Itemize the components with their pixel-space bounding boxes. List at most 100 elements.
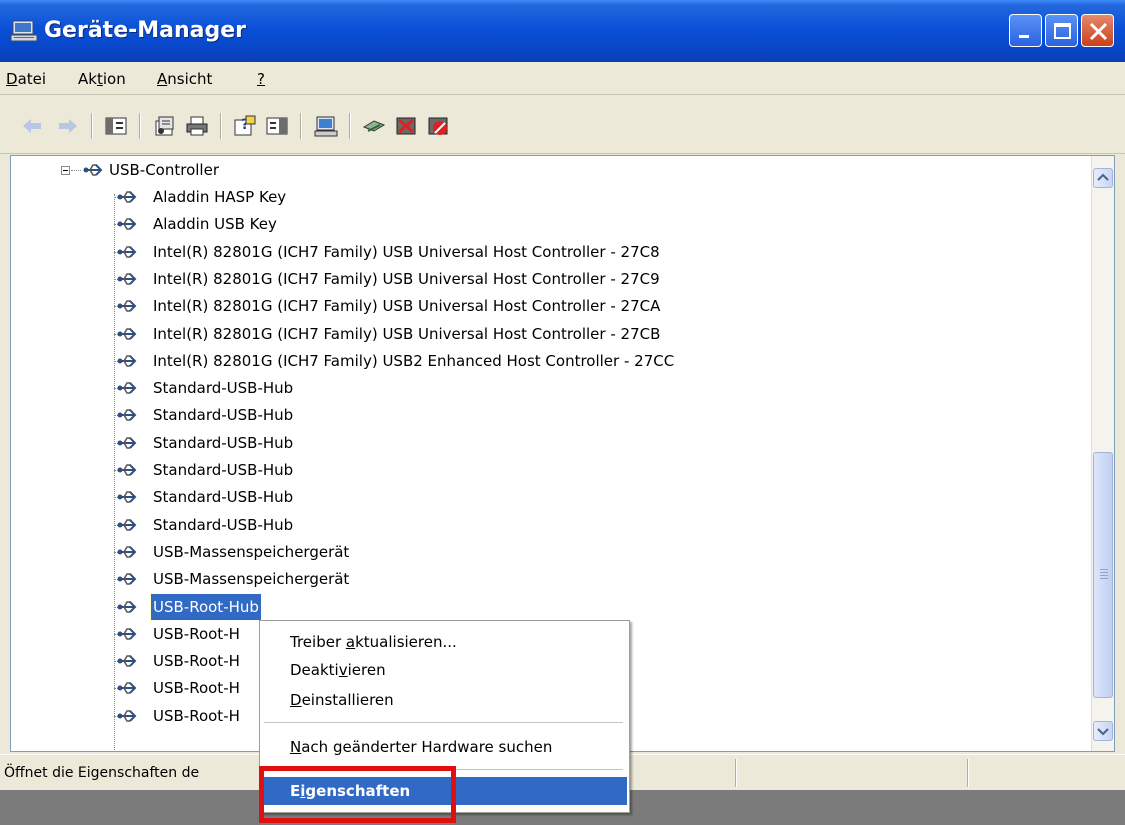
scroll-thumb[interactable] bbox=[1093, 452, 1113, 698]
tree-node-label: Intel(R) 82801G (ICH7 Family) USB Univer… bbox=[153, 269, 660, 288]
tree-node-device[interactable]: USB-Massenspeichergerät bbox=[11, 539, 1011, 565]
tree-node-label: USB-Root-H bbox=[153, 624, 240, 643]
tree-node-device[interactable]: USB-Root-Hub bbox=[11, 592, 1011, 621]
tree-node-label: Intel(R) 82801G (ICH7 Family) USB Univer… bbox=[153, 297, 661, 316]
forward-arrow-icon[interactable] bbox=[56, 115, 80, 137]
window-title: Geräte-Manager bbox=[44, 18, 247, 43]
chevron-up-icon bbox=[1097, 173, 1109, 181]
minimize-button[interactable] bbox=[1009, 14, 1042, 47]
disable-icon[interactable] bbox=[426, 115, 450, 137]
tree-node-label: Aladdin USB Key bbox=[153, 215, 277, 234]
menu-ansicht[interactable]: Ansicht bbox=[157, 70, 212, 88]
usb-device-icon bbox=[117, 409, 137, 422]
vertical-scrollbar[interactable] bbox=[1091, 156, 1114, 751]
usb-device-icon bbox=[117, 600, 137, 613]
usb-device-icon bbox=[117, 518, 137, 531]
tree-node-label: USB-Root-H bbox=[153, 706, 240, 725]
menu-scan-hardware[interactable]: Nach geänderter Hardware suchen bbox=[260, 733, 627, 761]
tree-node-device[interactable]: Standard-USB-Hub bbox=[11, 430, 1011, 456]
tree-node-device[interactable]: Intel(R) 82801G (ICH7 Family) USB Univer… bbox=[11, 239, 1011, 265]
tree-node-label: Intel(R) 82801G (ICH7 Family) USB Univer… bbox=[153, 242, 660, 261]
tree-node-usb-controller[interactable]: USB-Controller bbox=[11, 157, 811, 183]
scroll-down-button[interactable] bbox=[1093, 721, 1113, 741]
menu-uninstall[interactable]: Deinstallieren bbox=[260, 686, 627, 714]
usb-device-icon bbox=[117, 355, 137, 367]
tree-node-label: Intel(R) 82801G (ICH7 Family) USB Univer… bbox=[153, 324, 661, 343]
tree-node-label: Standard-USB-Hub bbox=[153, 406, 294, 425]
menu-update-driver[interactable]: Treiber aktualisieren... bbox=[260, 628, 627, 656]
usb-device-icon bbox=[117, 546, 137, 558]
tree-node-label: USB-Root-H bbox=[153, 652, 240, 671]
tree-node-device[interactable]: Intel(R) 82801G (ICH7 Family) USB Univer… bbox=[11, 321, 1011, 347]
scroll-up-button[interactable] bbox=[1093, 168, 1113, 188]
usb-device-icon bbox=[117, 436, 137, 449]
tree-node-label: USB-Root-Hub bbox=[150, 592, 262, 621]
tree-node-device[interactable]: Intel(R) 82801G (ICH7 Family) USB Univer… bbox=[11, 293, 1011, 319]
menu-datei[interactable]: Datei bbox=[6, 70, 46, 88]
tree-root-label: USB-Controller bbox=[109, 161, 219, 179]
chevron-down-icon bbox=[1097, 728, 1109, 736]
print-icon[interactable] bbox=[185, 115, 209, 137]
back-arrow-icon[interactable] bbox=[20, 115, 44, 137]
menu-disable[interactable]: Deaktivieren bbox=[260, 656, 627, 684]
menu-bar: Datei Aktion Ansicht ? bbox=[0, 62, 1125, 95]
usb-device-icon bbox=[117, 709, 137, 722]
tree-node-device[interactable]: Aladdin USB Key bbox=[11, 211, 1011, 237]
usb-device-icon bbox=[117, 655, 137, 667]
menu-properties[interactable]: Eigenschaften bbox=[260, 777, 627, 805]
tree-node-device[interactable]: Aladdin HASP Key bbox=[11, 184, 1011, 210]
tree-node-device[interactable]: Intel(R) 82801G (ICH7 Family) USB Univer… bbox=[11, 266, 1011, 292]
tree-node-label: Standard-USB-Hub bbox=[153, 461, 294, 479]
computer-icon bbox=[10, 20, 38, 42]
usb-device-icon bbox=[117, 273, 137, 285]
tree-node-label: Standard-USB-Hub bbox=[153, 433, 294, 452]
maximize-icon bbox=[1054, 23, 1071, 39]
title-bar[interactable]: Geräte-Manager bbox=[0, 0, 1125, 62]
menu-aktion[interactable]: Aktion bbox=[78, 70, 126, 88]
usb-device-icon bbox=[117, 382, 137, 394]
toolbar: ? bbox=[0, 95, 1125, 154]
tree-node-label: USB-Massenspeichergerät bbox=[153, 542, 350, 561]
close-button[interactable] bbox=[1081, 14, 1114, 47]
minimize-icon bbox=[1019, 35, 1029, 38]
close-icon bbox=[1089, 22, 1108, 41]
tree-node-label: Aladdin HASP Key bbox=[153, 188, 287, 206]
context-menu: Treiber aktualisieren... Deaktivieren De… bbox=[259, 620, 630, 813]
scan-hardware-icon[interactable] bbox=[314, 115, 338, 137]
usb-device-icon bbox=[117, 464, 137, 476]
update-driver-icon[interactable] bbox=[362, 115, 386, 137]
tree-node-device[interactable]: USB-Massenspeichergerät bbox=[11, 566, 1011, 592]
usb-icon bbox=[83, 164, 103, 176]
usb-device-icon bbox=[117, 491, 137, 504]
tree-node-label: USB-Root-H bbox=[153, 679, 240, 698]
usb-device-icon bbox=[117, 300, 137, 312]
tree-node-device[interactable]: Standard-USB-Hub bbox=[11, 484, 1011, 510]
usb-device-icon bbox=[117, 245, 137, 258]
usb-device-icon bbox=[117, 191, 137, 203]
usb-device-icon bbox=[117, 573, 137, 585]
maximize-button[interactable] bbox=[1045, 14, 1078, 47]
uninstall-icon[interactable] bbox=[394, 115, 418, 137]
console-tree-icon[interactable] bbox=[104, 115, 128, 137]
help-icon[interactable]: ? bbox=[232, 115, 256, 137]
collapse-icon[interactable] bbox=[61, 166, 70, 175]
properties-icon[interactable] bbox=[153, 115, 177, 137]
menu-help[interactable]: ? bbox=[257, 70, 265, 88]
usb-device-icon bbox=[117, 682, 137, 695]
usb-device-icon bbox=[117, 218, 137, 231]
tree-node-label: Standard-USB-Hub bbox=[153, 488, 294, 507]
usb-device-icon bbox=[117, 327, 137, 340]
action-pane-icon[interactable] bbox=[265, 115, 289, 137]
status-text: Öffnet die Eigenschaften de bbox=[4, 765, 200, 781]
tree-node-device[interactable]: Standard-USB-Hub bbox=[11, 457, 1011, 483]
tree-node-label: Standard-USB-Hub bbox=[153, 379, 294, 398]
tree-node-device[interactable]: Intel(R) 82801G (ICH7 Family) USB2 Enhan… bbox=[11, 348, 1011, 374]
device-manager-window: Geräte-Manager Datei Aktion Ansicht ? ? bbox=[0, 0, 1125, 825]
tree-node-device[interactable]: Standard-USB-Hub bbox=[11, 375, 1011, 401]
usb-device-icon bbox=[117, 628, 137, 640]
tree-node-device[interactable]: Standard-USB-Hub bbox=[11, 512, 1011, 538]
tree-node-label: USB-Massenspeichergerät bbox=[153, 570, 350, 589]
tree-node-label: Intel(R) 82801G (ICH7 Family) USB2 Enhan… bbox=[153, 351, 675, 370]
tree-node-device[interactable]: Standard-USB-Hub bbox=[11, 402, 1011, 428]
tree-node-label: Standard-USB-Hub bbox=[153, 515, 294, 534]
